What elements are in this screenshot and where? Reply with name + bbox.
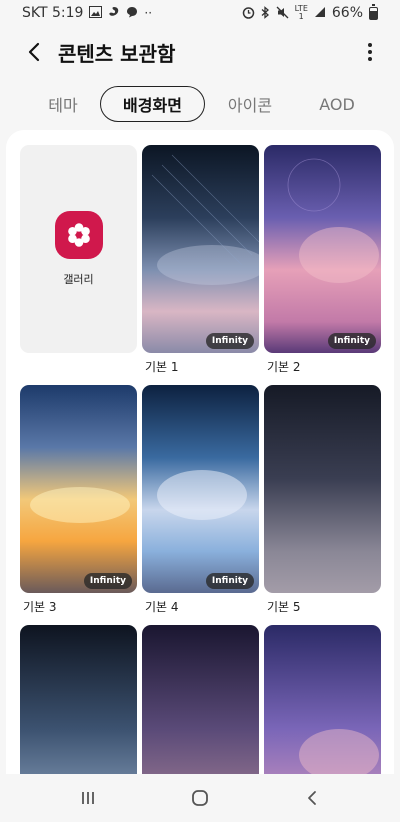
- back-arrow-icon: [308, 791, 316, 805]
- wallpaper-label: 기본 5: [267, 600, 301, 614]
- tab-wallpaper[interactable]: 배경화면: [100, 86, 205, 122]
- home-button[interactable]: [176, 784, 224, 812]
- tab-icons[interactable]: 아이콘: [220, 86, 280, 122]
- wallpaper-tile-7[interactable]: [142, 625, 259, 774]
- back-button[interactable]: [12, 30, 56, 74]
- app-notification-icon: [108, 6, 120, 20]
- tab-aod[interactable]: AOD: [312, 86, 362, 122]
- infinity-badge: Infinity: [83, 573, 132, 589]
- image-notification-icon: [89, 6, 103, 20]
- wallpaper-tile-8[interactable]: [264, 625, 381, 774]
- gallery-app-icon: [54, 211, 103, 259]
- wallpaper-tile-1[interactable]: Infinity: [142, 145, 259, 353]
- infinity-badge: Infinity: [205, 573, 254, 589]
- more-options-icon: [368, 43, 372, 47]
- chat-notification-icon: [126, 6, 138, 20]
- infinity-badge: Infinity: [327, 333, 376, 349]
- signal-icon: [314, 6, 326, 20]
- more-options-dot: [368, 57, 372, 61]
- battery-fill: [370, 11, 377, 19]
- tab-bar: 테마 배경화면 아이콘 AOD: [0, 86, 400, 124]
- gallery-label: 갤러리: [63, 273, 94, 286]
- more-options-button[interactable]: [358, 38, 382, 66]
- wallpaper-tile-3[interactable]: Infinity: [20, 385, 137, 593]
- battery-icon: [369, 3, 378, 20]
- wallpaper-grid: 갤러리 Infinity Infinity 기본 1 기본 2 Infinity…: [6, 130, 394, 774]
- navigation-bar: [0, 774, 400, 822]
- carrier-time: SKT 5:19: [22, 5, 84, 21]
- page-title: 콘텐츠 보관함: [58, 41, 176, 66]
- app-header: 콘텐츠 보관함: [0, 30, 400, 74]
- tab-theme[interactable]: 테마: [38, 86, 88, 122]
- more-notifications-icon: ··: [144, 6, 153, 20]
- wallpaper-tile-4[interactable]: Infinity: [142, 385, 259, 593]
- recent-apps-button[interactable]: [64, 784, 112, 812]
- wallpaper-label: 기본 1: [145, 360, 179, 374]
- flower-icon: [67, 223, 90, 247]
- bluetooth-icon: [261, 5, 270, 21]
- wallpaper-tile-5[interactable]: [264, 385, 381, 593]
- battery-percent: 66%: [331, 5, 363, 21]
- wallpaper-label: 기본 3: [23, 600, 57, 614]
- home-icon: [192, 790, 208, 806]
- vibrate-mute-icon: [276, 6, 289, 21]
- system-back-button[interactable]: [288, 784, 336, 812]
- lte-indicator: LTE 1: [294, 4, 308, 21]
- status-right: LTE 1 66%: [242, 3, 378, 21]
- wallpaper-label: 기본 4: [145, 600, 179, 614]
- more-options-dot: [368, 50, 372, 54]
- status-left: SKT 5:19 ··: [22, 5, 152, 21]
- wallpaper-label: 기본 2: [267, 360, 301, 374]
- wallpaper-tile-6[interactable]: [20, 625, 137, 774]
- recent-apps-icon: [82, 792, 94, 804]
- chevron-left-icon: [28, 42, 40, 62]
- status-bar: SKT 5:19 ·· LTE 1 66%: [0, 0, 400, 26]
- gallery-tile[interactable]: 갤러리: [20, 145, 137, 353]
- alarm-icon: [242, 6, 255, 21]
- infinity-badge: Infinity: [205, 333, 254, 349]
- wallpaper-tile-2[interactable]: Infinity: [264, 145, 381, 353]
